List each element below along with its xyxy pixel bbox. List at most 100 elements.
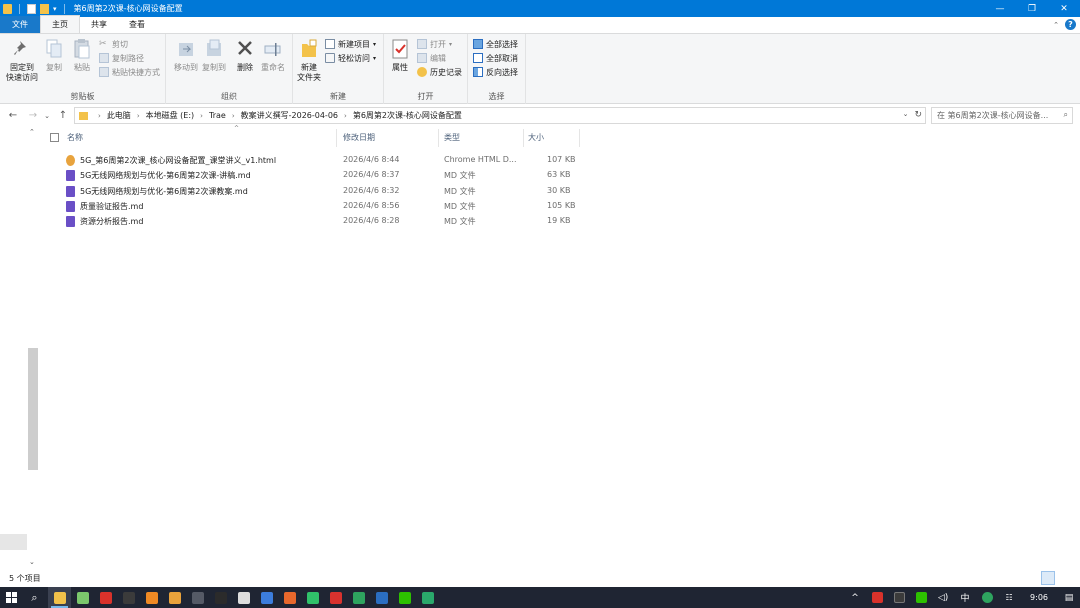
copy-path-button[interactable]: 复制路径 [99,51,144,65]
edit-button[interactable]: 编辑 [417,51,446,65]
back-button[interactable]: ← [6,109,20,123]
chevron-right-icon[interactable]: › [344,112,347,120]
chevron-right-icon[interactable]: › [137,112,140,120]
column-size[interactable]: 大小 [528,132,544,143]
tray-app-icon[interactable] [976,587,998,608]
file-row[interactable]: 5G无线网络规划与优化-第6周第2次课-讲稿.md 2026/4/6 8:37 MD… [60,168,580,183]
new-item-button[interactable]: 新建项目 ▾ [325,37,376,51]
paste-button[interactable]: 粘贴 [70,38,94,73]
forward-button[interactable]: → [26,109,40,123]
taskbar-app-chrome[interactable] [163,587,186,608]
taskbar-app-media[interactable] [186,587,209,608]
open-button[interactable]: 打开 ▾ [417,37,452,51]
navigation-pane-scrollbar[interactable] [0,534,27,550]
copy-button[interactable]: 复制 [42,38,66,73]
column-name[interactable]: 名称 [67,132,83,143]
refresh-icon[interactable]: ↻ [914,110,922,120]
close-button[interactable]: ✕ [1048,0,1080,17]
move-to-button[interactable]: 移动到 [172,38,200,73]
taskbar-app-app-blue[interactable] [255,587,278,608]
breadcrumb-current-folder[interactable]: 第6周第2次课-核心网设备配置 [353,110,462,121]
taskbar-app-powershell[interactable] [370,587,393,608]
taskbar-app-search-app[interactable] [140,587,163,608]
chevron-right-icon[interactable]: › [200,112,203,120]
select-none-button[interactable]: 全部取消 [473,51,518,65]
ime-indicator[interactable]: 中 [954,587,976,608]
column-modified[interactable]: 修改日期 [343,132,375,143]
tab-share[interactable]: 共享 [80,16,118,33]
taskbar-app-wps[interactable] [94,587,117,608]
taskbar-app-app-a[interactable] [117,587,140,608]
file-row[interactable]: 5G无线网络规划与优化-第6周第2次课教案.md 2026/4/6 8:32 MD … [60,184,580,199]
large-icons-view-button[interactable] [1058,571,1072,585]
delete-button[interactable]: 删除 [234,38,256,73]
network-icon[interactable]: ☷ [998,587,1020,608]
file-row[interactable]: 质量验证报告.md 2026/4/6 8:56 MD 文件 105 KB [60,199,580,214]
terminal-icon [306,591,319,604]
clock[interactable]: 9:06 [1020,593,1058,602]
file-row[interactable]: 资源分析报告.md 2026/4/6 8:28 MD 文件 19 KB [60,214,580,229]
scrollbar-thumb[interactable] [28,348,38,470]
tray-app-icon[interactable] [888,587,910,608]
ribbon-tab-bar: 文件 主页 共享 查看 ⌃ ? [0,15,1080,34]
breadcrumb-lesson-plans[interactable]: 教案讲义撰写-2026-04-06 [241,110,338,121]
tab-file[interactable]: 文件 [0,16,40,33]
taskbar-app-github[interactable] [232,587,255,608]
invert-selection-button[interactable]: 反向选择 [473,65,518,79]
breadcrumb-trae[interactable]: Trae [209,111,226,120]
show-hidden-icons-button[interactable]: ^ [844,587,866,608]
maximize-button[interactable]: ❐ [1016,0,1048,17]
taskbar-search-button[interactable]: ⌕ [23,587,46,608]
scroll-down-icon[interactable]: ⌄ [29,558,35,566]
address-bar[interactable]: › 此电脑 › 本地磁盘 (E:) › Trae › 教案讲义撰写-2026-04-0… [74,107,926,124]
address-dropdown-icon[interactable]: ⌄ [903,110,909,120]
wechat-tray-icon[interactable] [910,587,932,608]
easy-access-button[interactable]: 轻松访问 ▾ [325,51,376,65]
start-button[interactable] [0,587,23,608]
up-button[interactable]: ↑ [56,109,70,123]
recent-locations-button[interactable]: ⌄ [40,109,54,123]
taskbar-app-app-orange[interactable] [278,587,301,608]
notification-center-button[interactable]: ▤ [1058,587,1080,608]
breadcrumb-drive[interactable]: 本地磁盘 (E:) [146,110,195,121]
select-all-checkbox[interactable] [50,133,59,142]
properties-button[interactable]: 属性 [388,38,412,73]
taskbar-app-terminal[interactable] [301,587,324,608]
paste-shortcut-icon [99,67,109,77]
vertical-scrollbar[interactable]: ⌃ ⌄ [28,128,38,570]
breadcrumb-this-pc[interactable]: 此电脑 [107,110,131,121]
new-folder-button[interactable]: 新建 文件夹 [295,38,323,83]
cut-button[interactable]: ✂ 剪切 [99,37,128,51]
tray-app-icon[interactable] [866,587,888,608]
taskbar-app-obs[interactable] [209,587,232,608]
search-box[interactable]: 在 第6周第2次课-核心网设备... ⌕ [931,107,1073,124]
properties-icon[interactable] [27,3,36,14]
file-row[interactable]: 5G_第6周第2次课_核心网设备配置_课堂讲义_v1.html 2026/4/6 … [60,153,580,168]
taskbar-app-notepad[interactable] [71,587,94,608]
column-type[interactable]: 类型 [444,132,460,143]
volume-icon[interactable]: ◁) [932,587,954,608]
taskbar-app-app-screen[interactable] [416,587,439,608]
taskbar-app-app-red[interactable] [324,587,347,608]
pin-quick-access-button[interactable]: 固定到 快速访问 [4,38,40,83]
taskbar-app-wechat[interactable] [393,587,416,608]
collapse-ribbon-icon[interactable]: ⌃ [1053,21,1059,29]
rename-button[interactable]: 重命名 [260,38,286,73]
paste-shortcut-button[interactable]: 粘贴快捷方式 [99,65,160,79]
taskbar-app-app-green[interactable] [347,587,370,608]
scroll-up-icon[interactable]: ⌃ [29,128,35,136]
taskbar-app-file-explorer[interactable] [48,587,71,608]
details-view-button[interactable] [1041,571,1055,585]
history-button[interactable]: 历史记录 [417,65,462,79]
customize-quick-access-icon[interactable]: ▾ [53,5,57,13]
tab-view[interactable]: 查看 [118,16,156,33]
search-placeholder: 在 第6周第2次课-核心网设备... [937,111,1049,120]
app-red-icon [329,591,342,604]
minimize-button[interactable]: — [984,0,1016,17]
new-folder-icon[interactable] [40,3,49,14]
copy-to-button[interactable]: 复制到 [200,38,228,73]
help-icon[interactable]: ? [1065,19,1076,30]
select-all-button[interactable]: 全部选择 [473,37,518,51]
chevron-right-icon[interactable]: › [232,112,235,120]
tab-home[interactable]: 主页 [40,15,80,33]
